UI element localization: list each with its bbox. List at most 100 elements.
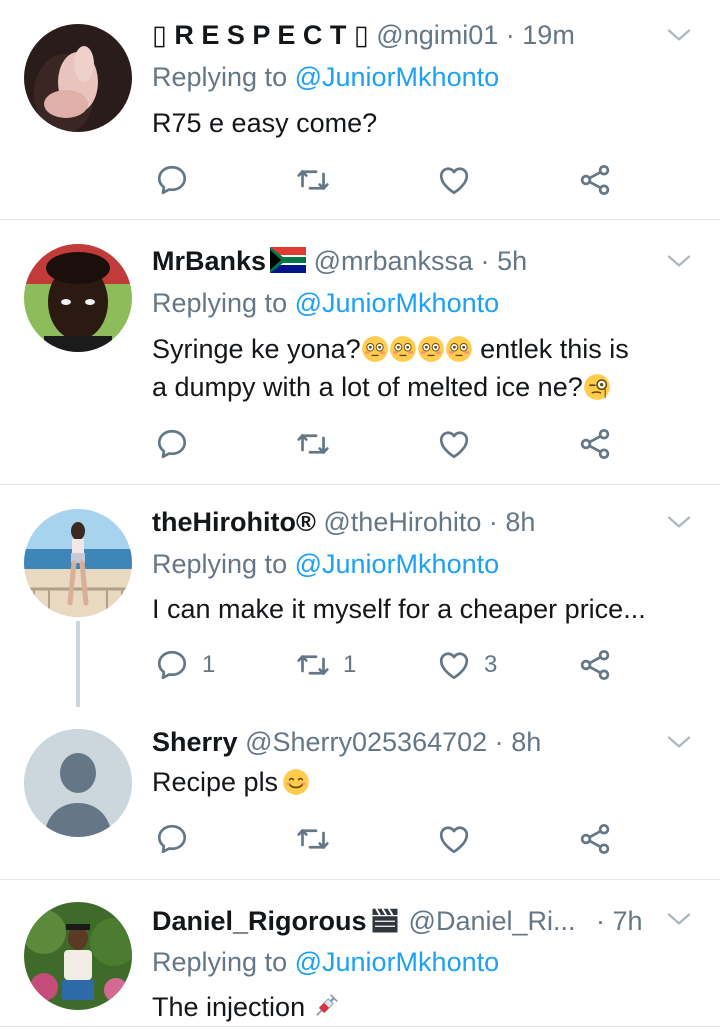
avatar[interactable] bbox=[24, 24, 132, 132]
mention-link[interactable]: @JuniorMkhonto bbox=[295, 549, 500, 579]
avatar[interactable] bbox=[24, 729, 132, 837]
tweet-text: R75 e easy come? bbox=[152, 108, 378, 138]
user-handle[interactable]: @Sherry025364702 bbox=[245, 727, 487, 757]
display-name[interactable]: theHirohito® bbox=[152, 507, 316, 537]
like-button[interactable]: 3 bbox=[436, 645, 497, 685]
tweet-3[interactable]: theHirohito® @theHirohito · 8h Replying … bbox=[0, 485, 720, 707]
timestamp[interactable]: 19m bbox=[522, 20, 575, 50]
share-icon bbox=[577, 821, 613, 857]
user-handle[interactable]: @ngimi01 bbox=[376, 20, 498, 50]
action-bar: 1 1 3 bbox=[152, 645, 622, 685]
chevron-down-icon[interactable] bbox=[664, 727, 694, 757]
separator-dot: · bbox=[494, 727, 504, 757]
action-bar bbox=[152, 424, 622, 464]
reply-icon bbox=[154, 426, 190, 462]
smiling-emoji-icon bbox=[282, 768, 310, 796]
monocle-emoji-icon bbox=[583, 373, 611, 401]
tweet-text-part: Syringe ke yona? bbox=[152, 334, 361, 364]
action-bar bbox=[152, 160, 622, 200]
retweet-icon bbox=[295, 426, 331, 462]
share-button[interactable] bbox=[577, 645, 613, 685]
user-handle[interactable]: @theHirohito bbox=[323, 507, 481, 537]
avatar[interactable] bbox=[24, 902, 132, 1010]
reply-count: 1 bbox=[202, 651, 216, 678]
chevron-down-icon[interactable] bbox=[664, 20, 694, 50]
retweet-icon bbox=[295, 162, 331, 198]
reply-button[interactable] bbox=[154, 424, 202, 464]
tweet-text-line-2: a dumpy with a lot of melted ice ne? bbox=[152, 368, 700, 406]
timestamp[interactable]: 8h bbox=[505, 507, 535, 537]
retweet-button[interactable]: 1 bbox=[295, 645, 356, 685]
retweet-icon bbox=[295, 821, 331, 857]
like-icon bbox=[436, 162, 472, 198]
user-handle[interactable]: @mrbankssa bbox=[314, 246, 473, 276]
tweet-header: MrBanks @mrbankssa · 5h bbox=[152, 244, 660, 278]
share-icon bbox=[577, 426, 613, 462]
chevron-down-icon[interactable] bbox=[664, 507, 694, 537]
replying-to-label: Replying to bbox=[152, 288, 288, 318]
separator-dot: · bbox=[505, 20, 515, 50]
replying-to: Replying to @JuniorMkhonto bbox=[152, 286, 499, 320]
avatar[interactable] bbox=[24, 509, 132, 617]
tweet-time-group: · 7h bbox=[596, 904, 660, 938]
avatar-image bbox=[24, 244, 132, 352]
share-button[interactable] bbox=[577, 424, 613, 464]
tweet-text: The injection bbox=[152, 988, 700, 1026]
tweet-header: Daniel_Rigorous @Daniel_Ri... bbox=[152, 904, 620, 938]
tweet-text-part: Recipe pls bbox=[152, 767, 279, 797]
replying-to-label: Replying to bbox=[152, 947, 288, 977]
tweet-2[interactable]: MrBanks @mrbankssa · 5h Replying to @Jun… bbox=[0, 220, 720, 484]
tweet-text: Syringe ke yona? entlek this is a dumpy … bbox=[152, 330, 700, 406]
display-name[interactable]: Sherry bbox=[152, 727, 238, 757]
replying-to: Replying to @JuniorMkhonto bbox=[152, 945, 499, 979]
tweet-4[interactable]: Sherry @Sherry025364702 · 8h Recipe pls bbox=[0, 705, 720, 879]
user-handle[interactable]: @Daniel_Ri... bbox=[409, 906, 576, 936]
retweet-count: 1 bbox=[343, 651, 357, 678]
replying-to-label: Replying to bbox=[152, 549, 288, 579]
share-button[interactable] bbox=[577, 160, 613, 200]
display-name[interactable]: Daniel_Rigorous bbox=[152, 906, 367, 936]
reply-icon bbox=[154, 821, 190, 857]
retweet-button[interactable] bbox=[295, 424, 343, 464]
reply-button[interactable] bbox=[154, 160, 202, 200]
reply-icon bbox=[154, 162, 190, 198]
reply-button[interactable]: 1 bbox=[154, 645, 215, 685]
retweet-button[interactable] bbox=[295, 819, 343, 859]
tweet-text: I can make it myself for a cheaper price… bbox=[152, 594, 646, 624]
like-button[interactable] bbox=[436, 424, 484, 464]
display-name[interactable]: ▯ R E S P E C T ▯ bbox=[152, 20, 369, 50]
timestamp[interactable]: 5h bbox=[497, 246, 527, 276]
tweet-1[interactable]: ▯ R E S P E C T ▯ @ngimi01 · 19m Replyin… bbox=[0, 0, 720, 219]
tweet-text-part: entlek this is bbox=[480, 334, 629, 364]
display-name[interactable]: MrBanks bbox=[152, 246, 266, 276]
share-button[interactable] bbox=[577, 819, 613, 859]
timestamp[interactable]: 8h bbox=[511, 727, 541, 757]
action-bar bbox=[152, 819, 622, 859]
chevron-down-icon[interactable] bbox=[664, 904, 694, 934]
flushed-emoji-icon bbox=[389, 335, 417, 363]
like-button[interactable] bbox=[436, 160, 484, 200]
reply-button[interactable] bbox=[154, 819, 202, 859]
flushed-emoji-icon bbox=[445, 335, 473, 363]
flushed-emoji-icon bbox=[361, 335, 389, 363]
tweet-text: Recipe pls bbox=[152, 763, 700, 801]
south-africa-flag-icon bbox=[270, 247, 307, 273]
like-icon bbox=[436, 821, 472, 857]
replying-to-label: Replying to bbox=[152, 62, 288, 92]
tweet-5[interactable]: Daniel_Rigorous @Daniel_Ri... · 7h Replyi… bbox=[0, 880, 720, 1029]
tweet-header: theHirohito® @theHirohito · 8h bbox=[152, 505, 660, 539]
like-icon bbox=[436, 647, 472, 683]
timestamp[interactable]: 7h bbox=[613, 906, 643, 936]
clapper-board-emoji-icon bbox=[369, 905, 401, 935]
replying-to: Replying to @JuniorMkhonto bbox=[152, 60, 499, 94]
chevron-down-icon[interactable] bbox=[664, 246, 694, 276]
mention-link[interactable]: @JuniorMkhonto bbox=[295, 288, 500, 318]
like-button[interactable] bbox=[436, 819, 484, 859]
mention-link[interactable]: @JuniorMkhonto bbox=[295, 62, 500, 92]
avatar[interactable] bbox=[24, 244, 132, 352]
like-icon bbox=[436, 426, 472, 462]
retweet-button[interactable] bbox=[295, 160, 343, 200]
replying-to: Replying to @JuniorMkhonto bbox=[152, 547, 499, 581]
separator-dot: · bbox=[596, 906, 605, 936]
mention-link[interactable]: @JuniorMkhonto bbox=[295, 947, 500, 977]
